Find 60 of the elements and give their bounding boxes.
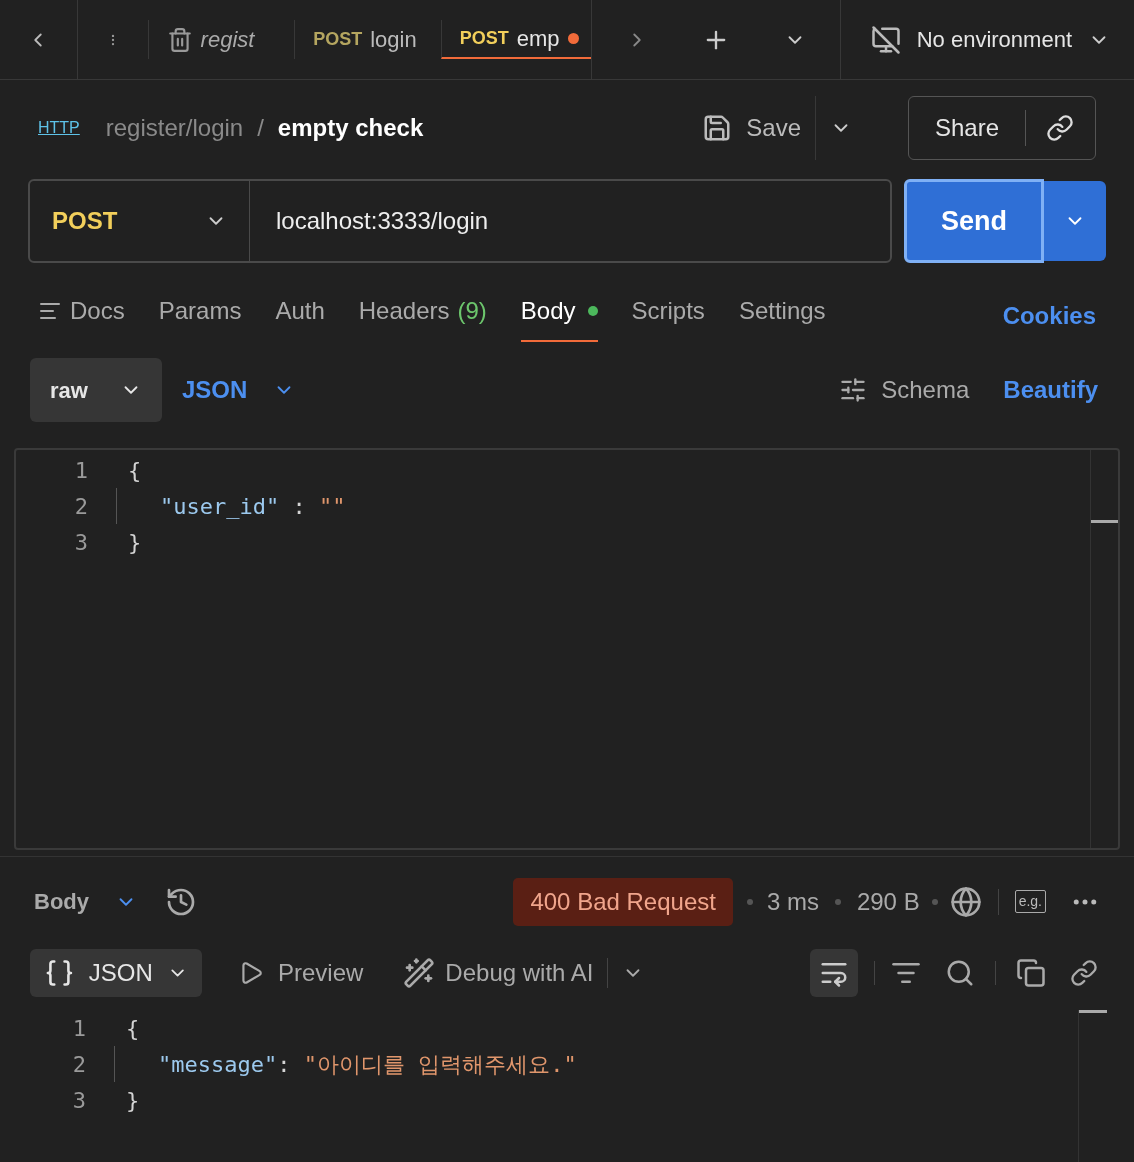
send-button[interactable]: Send	[904, 179, 1044, 263]
section-tab[interactable]: Auth	[275, 282, 325, 342]
section-tab[interactable]: Settings	[738, 282, 826, 342]
code-line: {	[128, 456, 142, 485]
section-tab[interactable]: Docs	[38, 282, 125, 342]
request-tab[interactable]: POST emp	[440, 20, 591, 59]
schema-button[interactable]: Schema	[837, 372, 970, 408]
section-tab[interactable]: Scripts	[631, 282, 705, 342]
tab-label: emp	[516, 25, 560, 53]
debug-button[interactable]: Debug with AI	[403, 955, 594, 991]
http-icon: HTTP	[38, 116, 80, 140]
line-number: 1	[73, 456, 89, 485]
code-line: {	[126, 1014, 140, 1043]
breadcrumb-parent[interactable]: register/login	[105, 110, 244, 146]
copy-icon[interactable]	[1016, 958, 1046, 988]
body-mode-select[interactable]: raw	[30, 358, 162, 422]
link-icon[interactable]	[1046, 114, 1075, 142]
example-button[interactable]: e.g.	[1014, 890, 1046, 913]
globe-icon[interactable]	[949, 885, 982, 918]
tab-label: login	[370, 26, 417, 54]
section-tab[interactable]: Headers (9)	[358, 282, 487, 342]
url-bar[interactable]: POST localhost:3333/login	[28, 179, 892, 263]
environment-selector[interactable]: No environment	[839, 0, 1134, 79]
status-badge: 400 Bad Request	[513, 877, 733, 926]
code-line: }	[128, 528, 142, 557]
section-tab[interactable]: Params	[158, 282, 242, 342]
magic-wand-icon	[403, 957, 436, 989]
preview-button[interactable]: Preview	[238, 955, 364, 991]
cookies-link[interactable]: Cookies	[1002, 298, 1096, 334]
line-number: 2	[73, 492, 89, 521]
line-number: 3	[73, 528, 89, 557]
method-select[interactable]: POST	[30, 181, 250, 261]
format-select[interactable]: JSON	[30, 949, 202, 997]
breadcrumb-separator: /	[257, 113, 264, 143]
code-editor[interactable]: 1 { 2 "user_id" : "" 3 }	[14, 448, 1120, 850]
response-section-label: Body	[34, 888, 89, 916]
line-number: 2	[71, 1050, 87, 1079]
bin-icon	[166, 26, 193, 53]
response-size: 290 B	[856, 886, 920, 917]
line-number: 3	[71, 1086, 87, 1115]
link-icon[interactable]	[1070, 959, 1098, 987]
save-button[interactable]: Save	[702, 110, 815, 146]
language-select[interactable]: JSON	[182, 372, 296, 408]
request-name: empty check	[277, 113, 425, 143]
code-line: "message": "아이디를 입력해주세요."	[157, 1050, 577, 1079]
request-tab[interactable]: regist	[147, 20, 295, 59]
braces-icon	[44, 957, 75, 989]
method-label: POST	[459, 27, 509, 50]
line-number: 1	[71, 1014, 87, 1043]
response-time: 3 ms	[766, 886, 819, 917]
beautify-button[interactable]: Beautify	[1003, 372, 1098, 408]
tab-label: regist	[200, 26, 255, 54]
section-tab[interactable]: Body	[520, 282, 598, 342]
no-environment-icon	[870, 24, 901, 55]
search-icon[interactable]	[945, 958, 975, 988]
method-label: POST	[313, 28, 363, 51]
code-line: "user_id" : ""	[159, 492, 346, 521]
code-line: }	[126, 1086, 140, 1115]
request-tab[interactable]: POST login	[294, 20, 441, 59]
share-button[interactable]: Share	[909, 110, 1027, 146]
